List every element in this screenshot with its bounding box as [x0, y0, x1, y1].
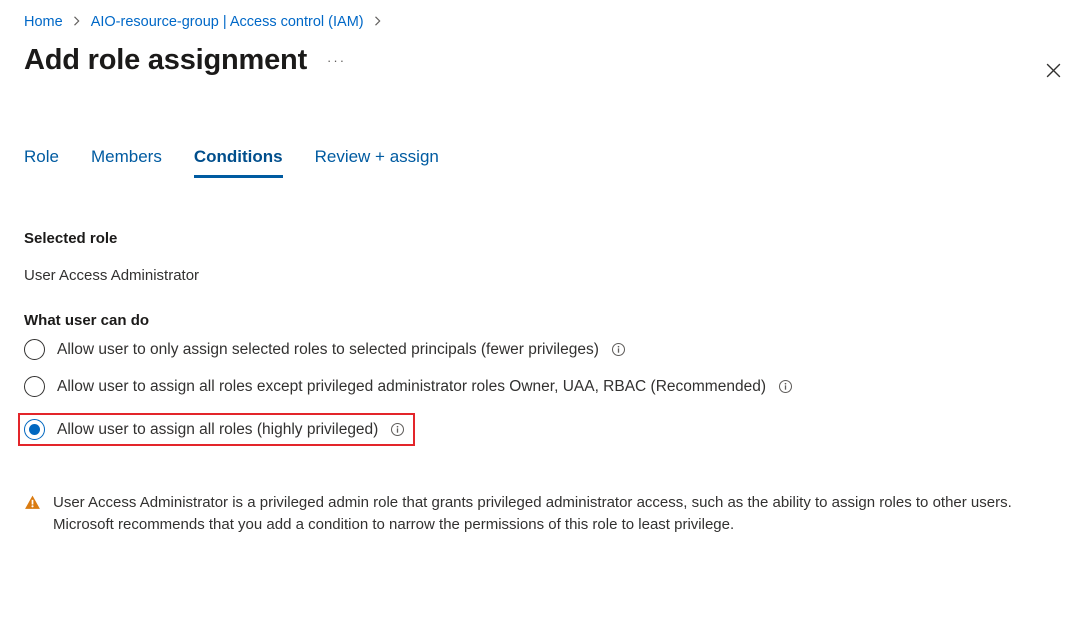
chevron-right-icon: [73, 15, 81, 29]
option-all-except-privileged[interactable]: Allow user to assign all roles except pr…: [24, 370, 1066, 403]
radio-icon[interactable]: [24, 376, 45, 397]
option-label: Allow user to only assign selected roles…: [57, 341, 599, 359]
radio-icon[interactable]: [24, 339, 45, 360]
option-selected-roles[interactable]: Allow user to only assign selected roles…: [24, 333, 1066, 366]
option-all-roles-highly-privileged[interactable]: Allow user to assign all roles (highly p…: [24, 407, 1066, 452]
tab-role[interactable]: Role: [24, 147, 59, 178]
info-icon[interactable]: [778, 379, 793, 394]
tab-conditions[interactable]: Conditions: [194, 147, 283, 178]
tab-members[interactable]: Members: [91, 147, 162, 178]
info-icon[interactable]: [611, 342, 626, 357]
tab-review-assign[interactable]: Review + assign: [315, 147, 439, 178]
page-title: Add role assignment: [24, 44, 307, 77]
warning-banner: User Access Administrator is a privilege…: [24, 492, 1044, 536]
warning-icon: [24, 494, 41, 536]
close-button[interactable]: [1045, 62, 1062, 82]
radio-icon[interactable]: [24, 419, 45, 440]
option-label: Allow user to assign all roles except pr…: [57, 378, 766, 396]
permission-options: Allow user to only assign selected roles…: [24, 333, 1066, 452]
option-label: Allow user to assign all roles (highly p…: [57, 421, 378, 439]
what-user-can-do-heading: What user can do: [24, 312, 1066, 329]
chevron-right-icon: [374, 15, 382, 29]
breadcrumb: Home AIO-resource-group | Access control…: [24, 14, 1066, 30]
more-actions-button[interactable]: ···: [327, 53, 346, 68]
selected-role-value: User Access Administrator: [24, 267, 1066, 284]
info-icon[interactable]: [390, 422, 405, 437]
selected-role-heading: Selected role: [24, 230, 1066, 247]
breadcrumb-resource[interactable]: AIO-resource-group | Access control (IAM…: [91, 14, 364, 30]
breadcrumb-home[interactable]: Home: [24, 14, 63, 30]
tabs: Role Members Conditions Review + assign: [24, 147, 1066, 178]
warning-text: User Access Administrator is a privilege…: [53, 492, 1044, 536]
